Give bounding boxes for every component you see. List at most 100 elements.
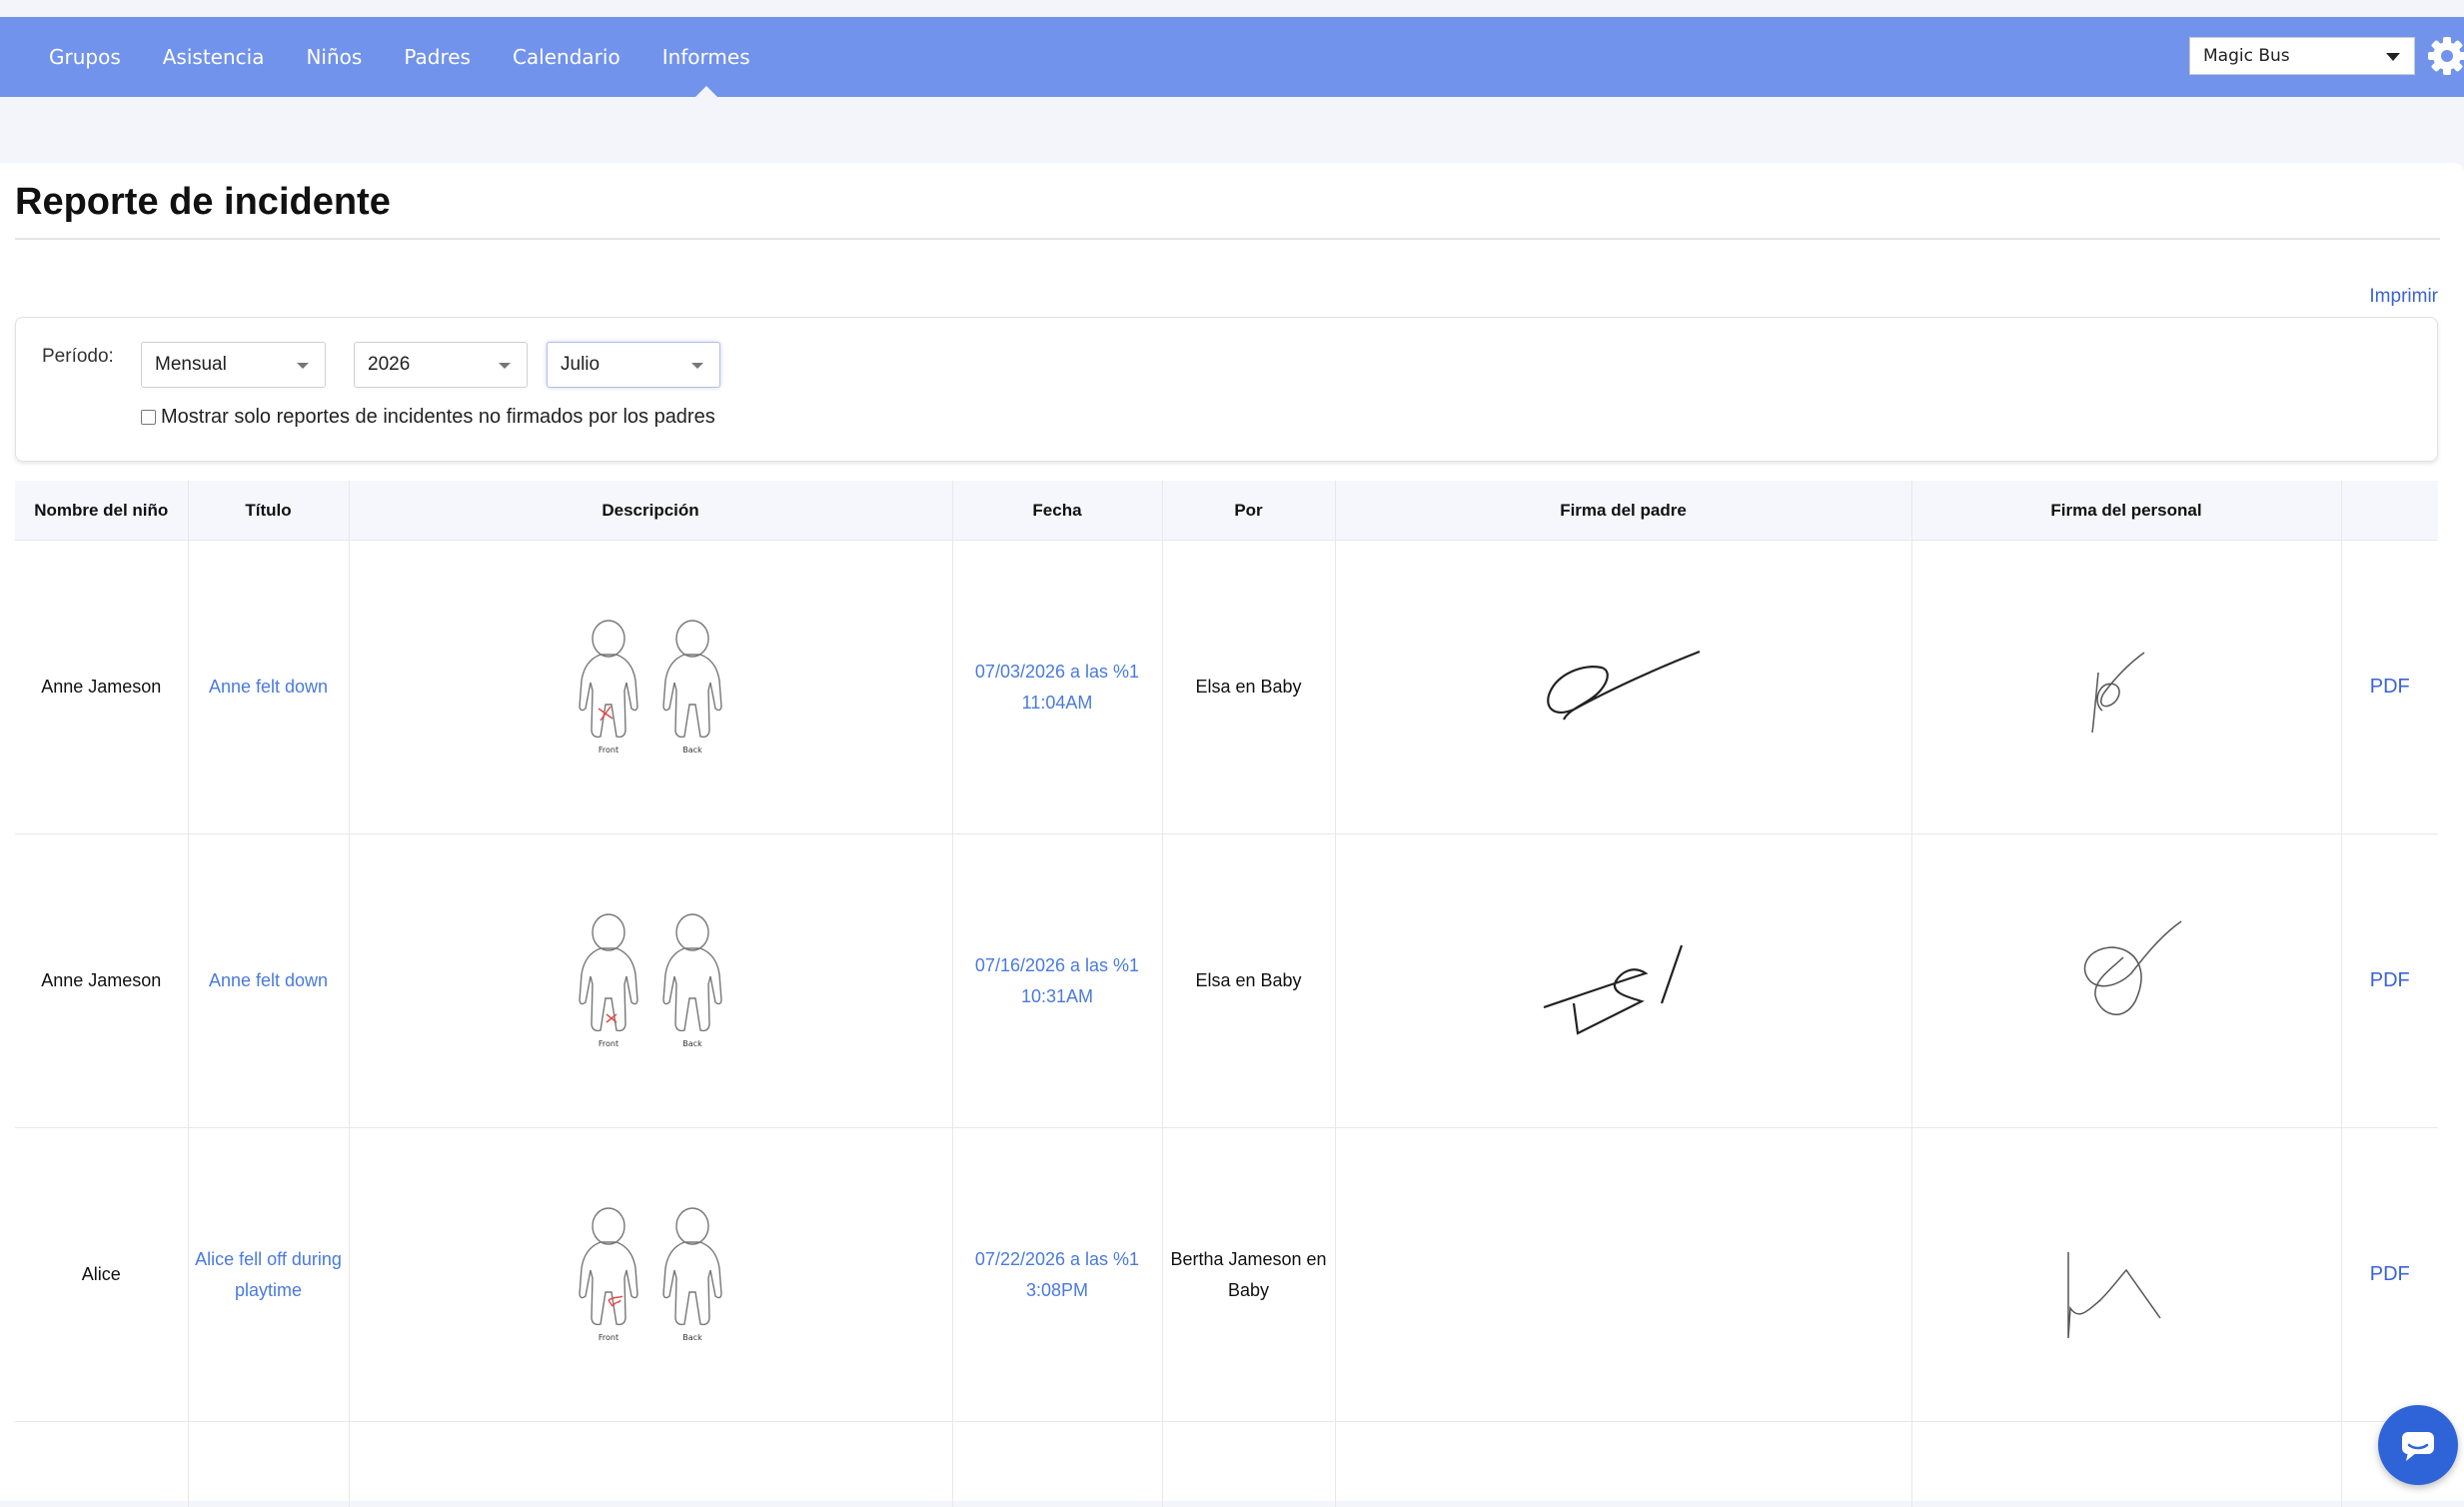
front-label: Front (599, 746, 618, 754)
table-cell (188, 1422, 349, 1507)
date-cell[interactable]: 07/03/2026 a las %1 11:04AM (952, 541, 1162, 834)
front-label: Front (599, 1333, 618, 1342)
column-header-date: Fecha (952, 481, 1162, 541)
incident-title: Anne felt down (209, 970, 328, 990)
gear-icon[interactable] (2426, 35, 2464, 77)
pdf-link-cell[interactable]: PDF (2341, 541, 2438, 834)
year-select[interactable]: 2026 (354, 342, 528, 388)
reported-by-cell: Elsa en Baby (1162, 541, 1335, 834)
month-select[interactable]: Julio (547, 342, 720, 388)
child-name-cell: Anne Jameson (15, 834, 188, 1128)
incident-title-link[interactable]: Anne felt down (188, 541, 349, 834)
chat-icon (2378, 1405, 2458, 1485)
table-cell (1911, 1422, 2341, 1507)
column-header-by: Por (1162, 481, 1335, 541)
month-select-value: Julio (561, 354, 600, 375)
incident-title-link[interactable]: Anne felt down (188, 834, 349, 1128)
nav-item-calendario[interactable]: Calendario (492, 17, 641, 97)
date-cell[interactable]: 07/16/2026 a las %1 10:31AM (952, 834, 1162, 1128)
pdf-link: PDF (2370, 969, 2410, 991)
print-link[interactable]: Imprimir (2369, 286, 2438, 308)
front-label: Front (599, 1039, 618, 1048)
table-row: Anne Jameson Anne felt down Front Back 0… (15, 541, 2438, 834)
filter-panel: Período: Mensual 2026 Julio Mostrar solo… (15, 317, 2438, 462)
pdf-link-cell[interactable]: PDF (2341, 834, 2438, 1128)
date-line-1: 07/22/2026 a las %1 (975, 1249, 1139, 1269)
period-select-value: Mensual (155, 354, 227, 375)
back-label: Back (682, 746, 702, 754)
table-cell (349, 1422, 952, 1507)
back-label: Back (682, 1333, 702, 1342)
column-header-actions (2341, 481, 2438, 541)
column-header-title: Título (188, 481, 349, 541)
date-line-2: 10:31AM (1021, 986, 1093, 1006)
table-row: Alice Alice fell off during playtime Fro… (15, 1128, 2438, 1422)
school-select-value: Magic Bus (2203, 46, 2290, 66)
table-cell (1335, 1422, 1911, 1507)
pdf-link: PDF (2370, 1263, 2410, 1285)
body-diagram: Front Back (551, 906, 750, 1056)
unsigned-only-label: Mostrar solo reportes de incidentes no f… (161, 406, 715, 429)
period-label: Período: (42, 346, 114, 368)
column-header-child: Nombre del niño (15, 481, 188, 541)
description-cell: Front Back (349, 834, 952, 1128)
chevron-down-icon (499, 363, 511, 369)
date-line-1: 07/16/2026 a las %1 (975, 955, 1139, 975)
description-cell: Front Back (349, 541, 952, 834)
year-select-value: 2026 (368, 354, 410, 375)
date-line-1: 07/03/2026 a las %1 (975, 662, 1139, 682)
chat-button[interactable] (2378, 1405, 2458, 1485)
column-header-parent-signature: Firma del padre (1335, 481, 1911, 541)
chevron-down-icon (2386, 53, 2400, 61)
chevron-down-icon (297, 363, 309, 369)
table-cell (15, 1422, 188, 1507)
parent-signature-cell (1335, 1128, 1911, 1422)
staff-signature-cell (1911, 541, 2341, 834)
table-row: Anne Jameson Anne felt down Front Back 0… (15, 834, 2438, 1128)
table-header-row: Nombre del niño Título Descripción Fecha… (15, 481, 2438, 541)
staff-signature (2051, 911, 2201, 1051)
table-row (15, 1422, 2438, 1507)
reported-by-cell: Bertha Jameson en Baby (1162, 1128, 1335, 1422)
nav-item-padres[interactable]: Padres (383, 17, 492, 97)
staff-signature-cell (1911, 834, 2341, 1128)
body-diagram: Front Back (551, 613, 750, 762)
parent-signature (1534, 921, 1714, 1041)
date-line-2: 11:04AM (1022, 693, 1093, 713)
title-divider (15, 238, 2440, 240)
description-cell: Front Back (349, 1128, 952, 1422)
nav-item-ninos[interactable]: Niños (285, 17, 383, 97)
staff-signature (2056, 1240, 2196, 1360)
nav-item-informes[interactable]: Informes (641, 17, 771, 97)
pdf-link-cell[interactable]: PDF (2341, 1128, 2438, 1422)
body-diagram: Front Back (551, 1200, 750, 1350)
school-select[interactable]: Magic Bus (2189, 37, 2415, 75)
column-header-description: Descripción (349, 481, 952, 541)
staff-signature-cell (1911, 1128, 2341, 1422)
main-nav: Grupos Asistencia Niños Padres Calendari… (28, 17, 771, 97)
child-name-cell: Anne Jameson (15, 541, 188, 834)
nav-item-asistencia[interactable]: Asistencia (142, 17, 286, 97)
unsigned-only-filter: Mostrar solo reportes de incidentes no f… (141, 406, 715, 429)
nav-item-grupos[interactable]: Grupos (28, 17, 142, 97)
page-title: Reporte de incidente (15, 181, 391, 223)
table-cell (1162, 1422, 1335, 1507)
pdf-link: PDF (2370, 676, 2410, 698)
unsigned-only-checkbox[interactable] (141, 410, 156, 425)
chevron-down-icon (691, 363, 703, 369)
back-label: Back (682, 1039, 702, 1048)
incident-table: Nombre del niño Título Descripción Fecha… (15, 481, 2438, 1507)
date-cell[interactable]: 07/22/2026 a las %1 3:08PM (952, 1128, 1162, 1422)
parent-signature-cell (1335, 541, 1911, 834)
table-cell (952, 1422, 1162, 1507)
date-line-2: 3:08PM (1026, 1280, 1088, 1300)
period-select[interactable]: Mensual (141, 342, 326, 388)
injury-mark (609, 1296, 622, 1306)
incident-title: Anne felt down (209, 677, 328, 697)
staff-signature (2066, 633, 2186, 743)
child-name-cell: Alice (15, 1128, 188, 1422)
parent-signature-cell (1335, 834, 1911, 1128)
incident-title-link[interactable]: Alice fell off during playtime (188, 1128, 349, 1422)
reported-by-cell: Elsa en Baby (1162, 834, 1335, 1128)
incident-title: Alice fell off during playtime (195, 1249, 342, 1300)
